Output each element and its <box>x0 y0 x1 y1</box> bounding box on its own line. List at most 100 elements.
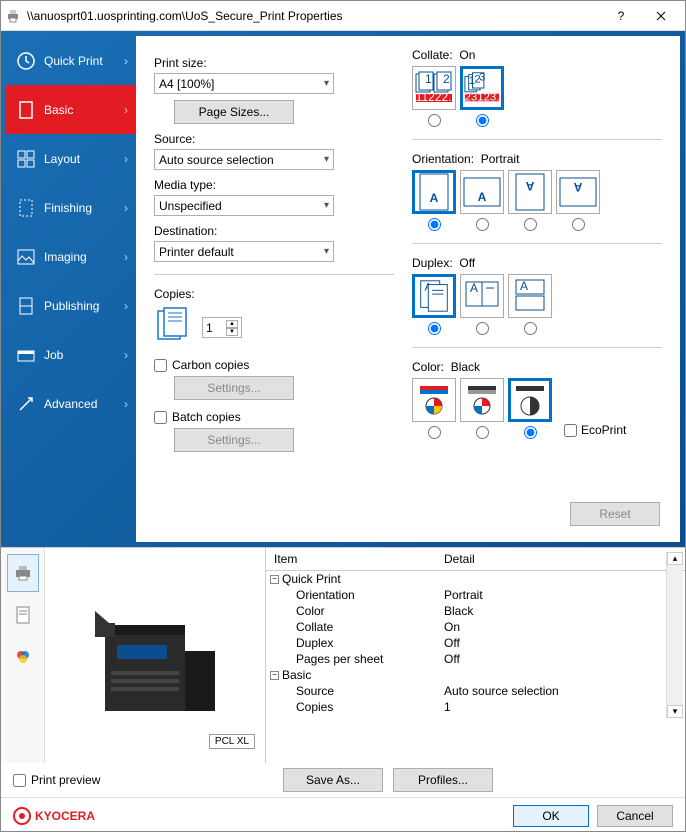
save-as-button[interactable]: Save As... <box>283 768 383 792</box>
duplex-label: Duplex: <box>412 256 453 270</box>
orientation-value: Portrait <box>481 152 520 166</box>
preview-page-tab[interactable] <box>7 596 39 634</box>
carbon-copies-checkbox[interactable] <box>154 359 167 372</box>
svg-text:2: 2 <box>443 72 450 86</box>
summary-group[interactable]: −Basic <box>266 667 685 683</box>
page-sizes-button[interactable]: Page Sizes... <box>174 100 294 124</box>
chevron-right-icon: › <box>124 397 128 411</box>
svg-text:A: A <box>470 281 478 295</box>
tab-finishing[interactable]: Finishing› <box>6 183 136 232</box>
tab-advanced[interactable]: Advanced› <box>6 379 136 428</box>
media-label: Media type: <box>154 178 394 192</box>
destination-label: Destination: <box>154 224 394 238</box>
finishing-icon <box>16 198 36 218</box>
tab-basic[interactable]: Basic› <box>6 85 136 134</box>
tab-job[interactable]: Job› <box>6 330 136 379</box>
orientation-landscape-option[interactable]: A <box>460 170 504 231</box>
ecoprint-checkbox[interactable] <box>564 424 577 437</box>
advanced-icon <box>16 394 36 414</box>
printer-icon <box>5 8 21 24</box>
collapse-icon[interactable]: − <box>270 671 279 680</box>
spin-down[interactable]: ▼ <box>226 328 238 336</box>
group-name: Basic <box>282 668 311 682</box>
batch-copies-checkbox[interactable] <box>154 411 167 424</box>
duplex-short-option[interactable]: A <box>508 274 552 335</box>
spin-up[interactable]: ▲ <box>226 320 238 328</box>
footer-row: Print preview Save As... Profiles... <box>1 763 685 797</box>
color-auto-option[interactable] <box>460 378 504 439</box>
brand-row: KYOCERA OK Cancel <box>1 797 685 833</box>
chevron-right-icon: › <box>124 250 128 264</box>
collate-on-option[interactable]: 123123123... <box>460 66 504 127</box>
tab-quick-print[interactable]: Quick Print› <box>6 36 136 85</box>
svg-text:A: A <box>573 180 582 194</box>
collate-label: Collate: <box>412 48 453 62</box>
orientation-portrait-option[interactable]: A <box>412 170 456 231</box>
summary-row: CollateOn <box>266 619 685 635</box>
duplex-value: Off <box>459 256 475 270</box>
summary-row: ColorBlack <box>266 603 685 619</box>
copies-icon <box>154 307 192 348</box>
summary-item: Source <box>274 684 444 698</box>
summary-row: SourceAuto source selection <box>266 683 685 699</box>
reset-button[interactable]: Reset <box>570 502 660 526</box>
carbon-copies-label: Carbon copies <box>172 358 249 372</box>
collapse-icon[interactable]: − <box>270 575 279 584</box>
help-button[interactable]: ? <box>601 2 641 30</box>
scroll-up[interactable]: ▴ <box>667 552 683 565</box>
print-preview-label: Print preview <box>31 773 100 787</box>
svg-text:1: 1 <box>425 72 432 86</box>
summary-header: Item Detail <box>266 548 685 571</box>
brand-logo: KYOCERA <box>13 807 95 825</box>
duplex-off-option[interactable]: A <box>412 274 456 335</box>
tab-imaging[interactable]: Imaging› <box>6 232 136 281</box>
chevron-right-icon: › <box>124 152 128 166</box>
close-button[interactable] <box>641 2 681 30</box>
chevron-right-icon: › <box>124 299 128 313</box>
copies-label: Copies: <box>154 287 394 301</box>
svg-text:A: A <box>525 179 534 193</box>
collate-value: On <box>459 48 475 62</box>
scrollbar[interactable]: ▴ ▾ <box>666 552 683 718</box>
orientation-portrait-flip-option[interactable]: A <box>508 170 552 231</box>
summary-row: OrientationPortrait <box>266 587 685 603</box>
settings-summary: Item Detail −Quick PrintOrientationPortr… <box>265 548 685 763</box>
color-black-option[interactable] <box>508 378 552 439</box>
summary-body[interactable]: −Quick PrintOrientationPortraitColorBlac… <box>266 571 685 715</box>
destination-select[interactable]: Printer default <box>154 241 334 262</box>
duplex-long-option[interactable]: A <box>460 274 504 335</box>
summary-detail: Auto source selection <box>444 684 559 698</box>
preview-mode-tabs <box>1 548 45 763</box>
chevron-right-icon: › <box>124 103 128 117</box>
tab-layout[interactable]: Layout› <box>6 134 136 183</box>
tab-publishing[interactable]: Publishing› <box>6 281 136 330</box>
summary-detail: On <box>444 620 460 634</box>
copies-input[interactable]: 1▲▼ <box>202 317 242 338</box>
cancel-button[interactable]: Cancel <box>597 805 673 827</box>
summary-item: Copies <box>274 700 444 714</box>
color-full-option[interactable] <box>412 378 456 439</box>
carbon-settings-button: Settings... <box>174 376 294 400</box>
chevron-right-icon: › <box>124 348 128 362</box>
collate-off-option[interactable]: 12 111222... <box>412 66 456 127</box>
print-preview-checkbox[interactable] <box>13 774 26 787</box>
summary-group[interactable]: −Quick Print <box>266 571 685 587</box>
printer-preview: PCL XL <box>45 548 265 763</box>
scroll-down[interactable]: ▾ <box>667 705 683 718</box>
chevron-right-icon: › <box>124 54 128 68</box>
svg-text:A: A <box>478 190 487 204</box>
panel-basic: Print size: A4 [100%] Page Sizes... Sour… <box>136 36 680 542</box>
print-size-select[interactable]: A4 [100%] <box>154 73 334 94</box>
svg-text:A: A <box>430 191 439 205</box>
ok-button[interactable]: OK <box>513 805 589 827</box>
source-select[interactable]: Auto source selection <box>154 149 334 170</box>
orientation-landscape-flip-option[interactable]: A <box>556 170 600 231</box>
clock-icon <box>16 51 36 71</box>
titlebar: \\anuosprt01.uosprinting.com\UoS_Secure_… <box>1 1 685 31</box>
svg-text:111222...: 111222... <box>414 90 454 104</box>
profiles-button[interactable]: Profiles... <box>393 768 493 792</box>
preview-printer-tab[interactable] <box>7 554 39 592</box>
orientation-label: Orientation: <box>412 152 474 166</box>
preview-color-tab[interactable] <box>7 638 39 676</box>
media-select[interactable]: Unspecified <box>154 195 334 216</box>
